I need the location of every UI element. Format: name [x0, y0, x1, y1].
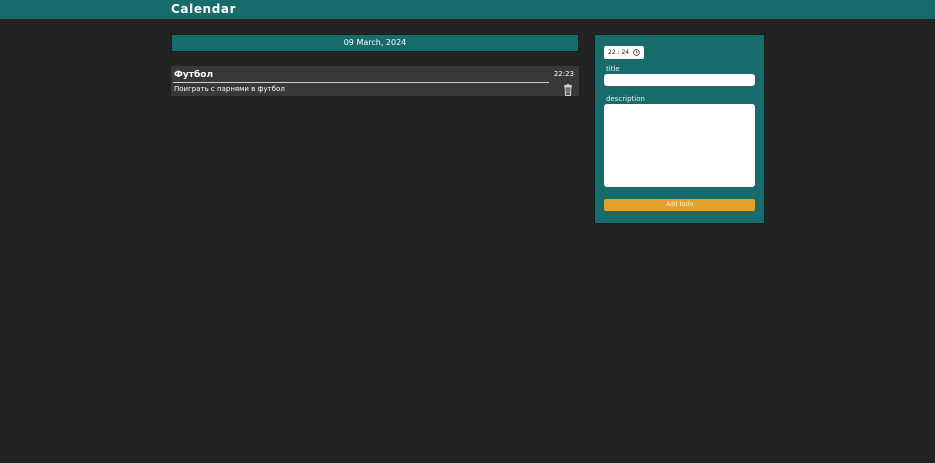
- top-bar: Calendar: [0, 0, 935, 19]
- description-input[interactable]: [604, 104, 755, 187]
- time-value: 22 : 24: [608, 49, 630, 56]
- trash-icon: [564, 84, 572, 96]
- todo-item: Футбол Поиграть с парнями в футбол 22:23: [171, 66, 579, 96]
- add-todo-form: 22 : 24 title description Add todo: [594, 34, 765, 224]
- delete-todo-button[interactable]: [562, 81, 574, 96]
- description-label: description: [606, 95, 645, 103]
- todo-description: Поиграть с парнями в футбол: [174, 85, 285, 93]
- time-input[interactable]: 22 : 24: [604, 46, 644, 59]
- todo-title: Футбол: [174, 70, 214, 80]
- todo-time: 22:23: [553, 70, 574, 78]
- title-label: title: [606, 65, 620, 73]
- todo-divider: [173, 82, 549, 83]
- date-bar[interactable]: 09 March, 2024: [171, 34, 579, 52]
- title-input[interactable]: [604, 74, 755, 86]
- clock-icon[interactable]: [633, 49, 640, 56]
- app-title: Calendar: [171, 2, 237, 16]
- add-todo-button[interactable]: Add todo: [604, 199, 755, 211]
